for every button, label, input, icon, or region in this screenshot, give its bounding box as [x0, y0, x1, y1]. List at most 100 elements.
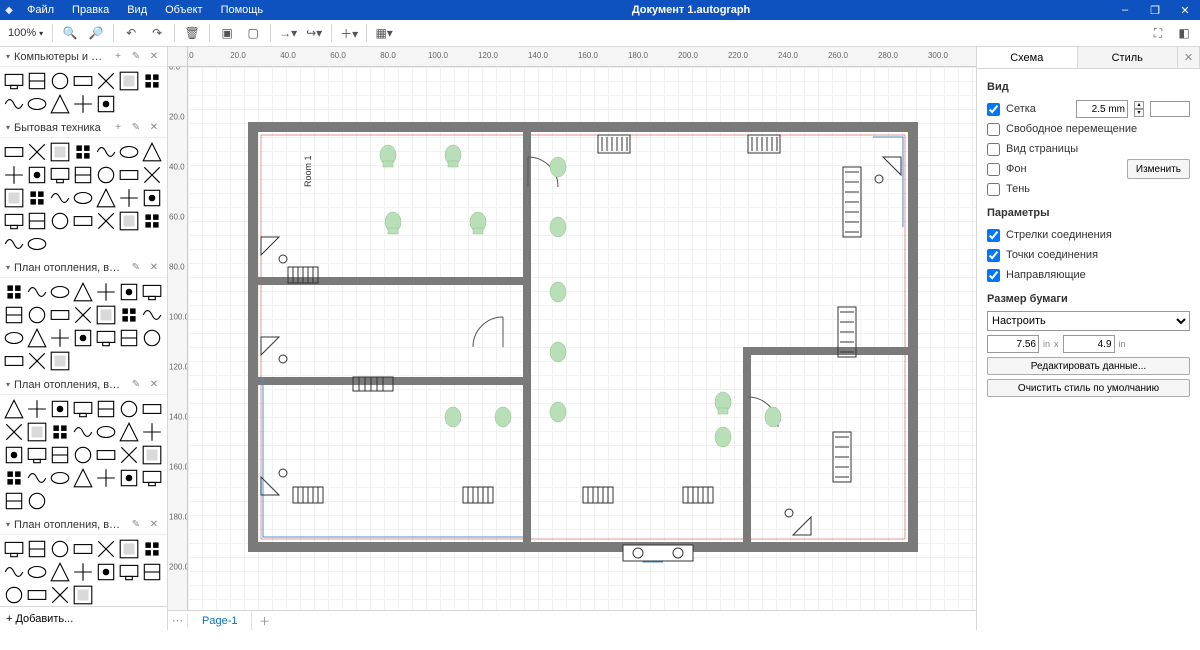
shape-stencil[interactable]	[26, 421, 48, 443]
paper-width-input[interactable]	[987, 335, 1039, 353]
free-move-checkbox[interactable]	[987, 123, 1000, 136]
shape-stencil[interactable]	[118, 467, 140, 489]
shape-stencil[interactable]	[141, 281, 163, 303]
shape-stencil[interactable]	[95, 70, 117, 92]
shape-stencil[interactable]	[3, 210, 25, 232]
category-close-icon[interactable]: ✕	[147, 51, 161, 62]
grid-icon[interactable]: ▦▾	[372, 22, 396, 44]
shape-stencil[interactable]	[118, 304, 140, 326]
shape-stencil[interactable]	[26, 164, 48, 186]
shape-stencil[interactable]	[49, 421, 71, 443]
shape-stencil[interactable]	[26, 350, 48, 372]
shape-stencil[interactable]	[72, 398, 94, 420]
shape-stencil[interactable]	[95, 210, 117, 232]
category-edit-icon[interactable]: ✎	[129, 51, 143, 62]
shape-stencil[interactable]	[3, 421, 25, 443]
category-header-appliances[interactable]: ▾Бытовая техника + ✎ ✕	[0, 118, 167, 138]
shape-stencil[interactable]	[26, 210, 48, 232]
delete-icon[interactable]: 🗑	[180, 22, 204, 44]
page-menu-icon[interactable]: ⋯	[168, 614, 188, 627]
redo-icon[interactable]: ↷	[145, 22, 169, 44]
shape-stencil[interactable]	[141, 444, 163, 466]
shape-stencil[interactable]	[95, 561, 117, 583]
zoom-in-icon[interactable]: 🔍	[58, 22, 82, 44]
category-add-icon[interactable]: +	[111, 122, 125, 133]
close-panel-icon[interactable]: ✕	[1178, 47, 1200, 68]
to-front-icon[interactable]: ▣	[215, 22, 239, 44]
shape-stencil[interactable]	[118, 327, 140, 349]
shape-stencil[interactable]	[49, 210, 71, 232]
menu-object[interactable]: Объект	[156, 0, 211, 20]
shape-stencil[interactable]	[3, 538, 25, 560]
category-close-icon[interactable]: ✕	[147, 122, 161, 133]
category-edit-icon[interactable]: ✎	[129, 122, 143, 133]
shape-stencil[interactable]	[95, 281, 117, 303]
shape-stencil[interactable]	[72, 584, 94, 606]
shape-stencil[interactable]	[95, 164, 117, 186]
shape-stencil[interactable]	[26, 70, 48, 92]
shape-stencil[interactable]	[26, 538, 48, 560]
shape-stencil[interactable]	[49, 141, 71, 163]
tab-style[interactable]: Стиль	[1078, 47, 1179, 68]
shape-stencil[interactable]	[72, 187, 94, 209]
shape-stencil[interactable]	[49, 304, 71, 326]
shape-stencil[interactable]	[26, 93, 48, 115]
shape-stencil[interactable]	[118, 210, 140, 232]
category-edit-icon[interactable]: ✎	[129, 262, 143, 273]
category-edit-icon[interactable]: ✎	[129, 519, 143, 530]
shape-stencil[interactable]	[95, 444, 117, 466]
shape-stencil[interactable]	[118, 70, 140, 92]
shape-stencil[interactable]	[95, 327, 117, 349]
shape-stencil[interactable]	[49, 327, 71, 349]
shape-stencil[interactable]	[118, 421, 140, 443]
category-close-icon[interactable]: ✕	[147, 262, 161, 273]
shape-stencil[interactable]	[49, 164, 71, 186]
shape-stencil[interactable]	[141, 421, 163, 443]
line-style-icon[interactable]: →▾	[276, 22, 300, 44]
shape-stencil[interactable]	[72, 444, 94, 466]
shape-stencil[interactable]	[3, 398, 25, 420]
shape-stencil[interactable]	[72, 467, 94, 489]
shape-stencil[interactable]	[49, 350, 71, 372]
category-header-computers[interactable]: ▾Компьютеры и мониторы + ✎ ✕	[0, 47, 167, 67]
window-maximize[interactable]: ❐	[1140, 4, 1170, 17]
shape-stencil[interactable]	[141, 398, 163, 420]
window-minimize[interactable]: –	[1110, 4, 1140, 16]
shape-stencil[interactable]	[49, 561, 71, 583]
shape-stencil[interactable]	[3, 93, 25, 115]
shape-stencil[interactable]	[26, 304, 48, 326]
shape-stencil[interactable]	[141, 70, 163, 92]
to-back-icon[interactable]: ▢	[241, 22, 265, 44]
shape-stencil[interactable]	[72, 70, 94, 92]
drawing-canvas[interactable]: Room 1	[188, 67, 976, 610]
grid-size-input[interactable]	[1076, 100, 1128, 118]
shape-stencil[interactable]	[72, 538, 94, 560]
category-close-icon[interactable]: ✕	[147, 519, 161, 530]
shape-stencil[interactable]	[3, 444, 25, 466]
shape-stencil[interactable]	[49, 93, 71, 115]
shape-stencil[interactable]	[3, 561, 25, 583]
panel-toggle-icon[interactable]: ◧	[1172, 22, 1196, 44]
shape-stencil[interactable]	[49, 70, 71, 92]
shape-stencil[interactable]	[3, 350, 25, 372]
category-close-icon[interactable]: ✕	[147, 379, 161, 390]
paper-height-input[interactable]	[1063, 335, 1115, 353]
menu-edit[interactable]: Правка	[63, 0, 118, 20]
menu-help[interactable]: Помощь	[212, 0, 273, 20]
menu-view[interactable]: Вид	[118, 0, 156, 20]
floorplan-drawing[interactable]: Room 1	[243, 117, 923, 567]
shape-stencil[interactable]	[72, 210, 94, 232]
window-close[interactable]: ✕	[1170, 4, 1200, 17]
shape-stencil[interactable]	[26, 233, 48, 255]
shape-stencil[interactable]	[95, 93, 117, 115]
grid-color-swatch[interactable]	[1150, 101, 1190, 117]
shape-stencil[interactable]	[3, 327, 25, 349]
shape-stencil[interactable]	[118, 141, 140, 163]
shape-stencil[interactable]	[95, 187, 117, 209]
guides-checkbox[interactable]	[987, 269, 1000, 282]
insert-icon[interactable]: ＋▾	[337, 22, 361, 44]
shape-stencil[interactable]	[95, 467, 117, 489]
conn-arrows-checkbox[interactable]	[987, 229, 1000, 242]
shape-stencil[interactable]	[49, 398, 71, 420]
tab-diagram[interactable]: Схема	[977, 47, 1078, 68]
